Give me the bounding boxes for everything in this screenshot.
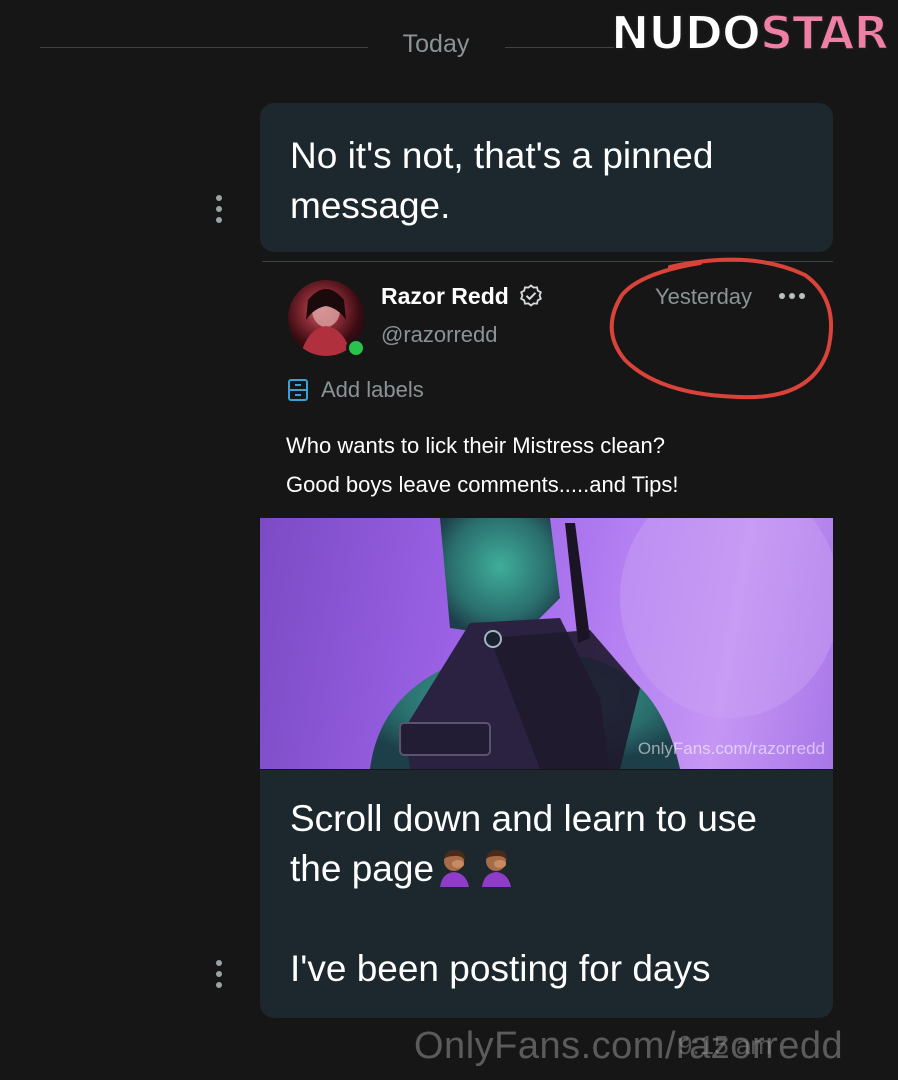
message-options-kebab-icon[interactable]: [214, 960, 224, 988]
verified-icon: [520, 284, 542, 307]
bottom-watermark: OnlyFans.com/razorredd: [414, 1025, 844, 1067]
message-text: No it's not, that's a pinned message.: [290, 135, 714, 226]
image-watermark: OnlyFans.com/razorredd: [637, 739, 825, 758]
author-handle[interactable]: @razorredd: [381, 322, 498, 348]
divider-line-right: [505, 47, 625, 48]
divider-line-left: [40, 47, 368, 48]
online-status-dot: [346, 338, 366, 358]
author-name[interactable]: Razor Redd: [381, 283, 509, 310]
date-divider-label: Today: [402, 30, 470, 58]
add-labels-link[interactable]: Add labels: [321, 377, 424, 403]
logo-part2: STAR: [759, 5, 890, 61]
caption-line-1: Who wants to lick their Mistress clean?: [286, 433, 666, 458]
facepalm-emoji: [482, 849, 512, 887]
caption-line-2: Good boys leave comments.....and Tips!: [286, 472, 679, 497]
message-bubble-pinned-reply: No it's not, that's a pinned message.: [260, 103, 833, 252]
message-line-3: I've been posting for days: [290, 948, 711, 989]
message-line-2-text: the page: [290, 848, 435, 889]
annotation-red-circle: [609, 257, 833, 400]
message-line-2: the page: [290, 844, 518, 894]
watermark-logo: NUDOSTAR: [610, 5, 890, 61]
message-line-1: Scroll down and learn to use: [290, 798, 757, 839]
label-icon[interactable]: [287, 378, 309, 402]
message-options-kebab-icon[interactable]: [214, 195, 224, 223]
post-caption: Who wants to lick their Mistress clean? …: [286, 426, 826, 504]
message-bubble: Scroll down and learn to use the page I'…: [260, 770, 833, 1018]
post-image[interactable]: OnlyFans.com/razorredd: [260, 518, 833, 769]
logo-part1: NUDO: [610, 5, 762, 61]
facepalm-emoji: [440, 849, 470, 887]
